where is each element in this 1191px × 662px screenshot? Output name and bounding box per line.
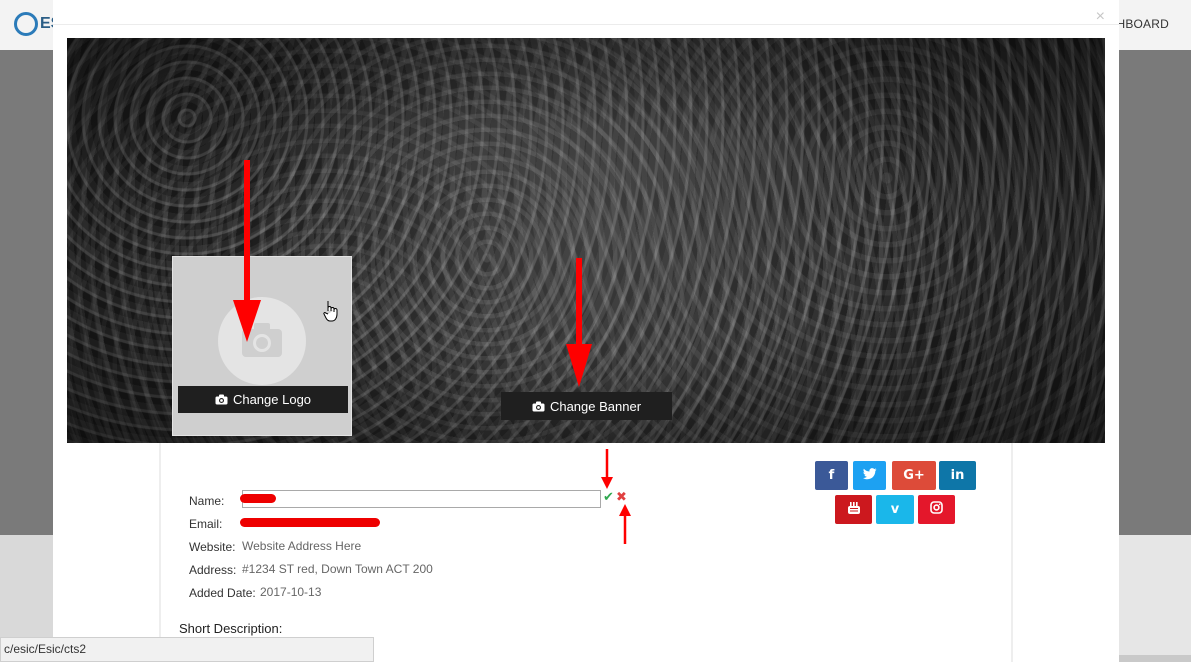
vimeo-icon: v [890,502,900,517]
change-logo-label: Change Logo [232,392,312,407]
change-banner-button[interactable]: Change Banner [501,392,672,420]
instagram-icon [930,501,943,518]
facebook-button[interactable]: f [815,461,848,490]
annotation-arrow-banner-icon [566,258,592,387]
change-banner-label: Change Banner [549,398,642,414]
twitter-button[interactable] [853,461,886,490]
annotation-arrow-save-icon [601,449,613,489]
added-date-label: Added Date: [189,586,256,600]
address-value: #1234 ST red, Down Town ACT 200 [242,562,433,576]
added-date-value: 2017-10-13 [260,585,322,599]
change-logo-button[interactable]: Change Logo [178,386,348,413]
google-plus-icon: G+ [903,468,925,483]
email-label: Email: [189,517,223,531]
annotation-arrow-logo-icon [233,160,261,342]
annotation-arrow-cancel-icon [619,504,631,544]
linkedin-button[interactable]: in [939,461,976,490]
youtube-icon [847,501,861,519]
linkedin-icon: in [950,468,965,483]
edit-profile-modal: × Change Logo Change Banner Name: ✔ ✖ Em… [53,0,1119,662]
vimeo-button[interactable]: v [876,495,914,524]
name-input[interactable] [242,490,601,508]
facebook-icon: f [828,468,835,483]
google-plus-button[interactable]: G+ [892,461,936,490]
modal-header-divider [53,24,1119,25]
hand-cursor-icon [323,301,338,322]
save-check-icon[interactable]: ✔ [603,489,614,505]
email-redaction [240,518,380,527]
address-label: Address: [189,563,237,577]
background-lower-right [1119,535,1191,662]
website-label: Website: [189,540,236,554]
status-url: c/esic/Esic/cts2 [4,642,87,656]
site-logo-icon [14,12,38,36]
twitter-icon [862,467,877,484]
youtube-button[interactable] [835,495,872,524]
browser-status-bar: c/esic/Esic/cts2 [0,637,374,662]
name-label: Name: [189,494,225,508]
close-button[interactable]: × [1096,9,1105,25]
instagram-button[interactable] [918,495,955,524]
website-value[interactable]: Website Address Here [242,539,361,553]
name-redaction [240,494,276,503]
short-description-label: Short Description: [179,621,283,636]
camera-icon [532,401,545,411]
camera-icon [215,394,228,405]
